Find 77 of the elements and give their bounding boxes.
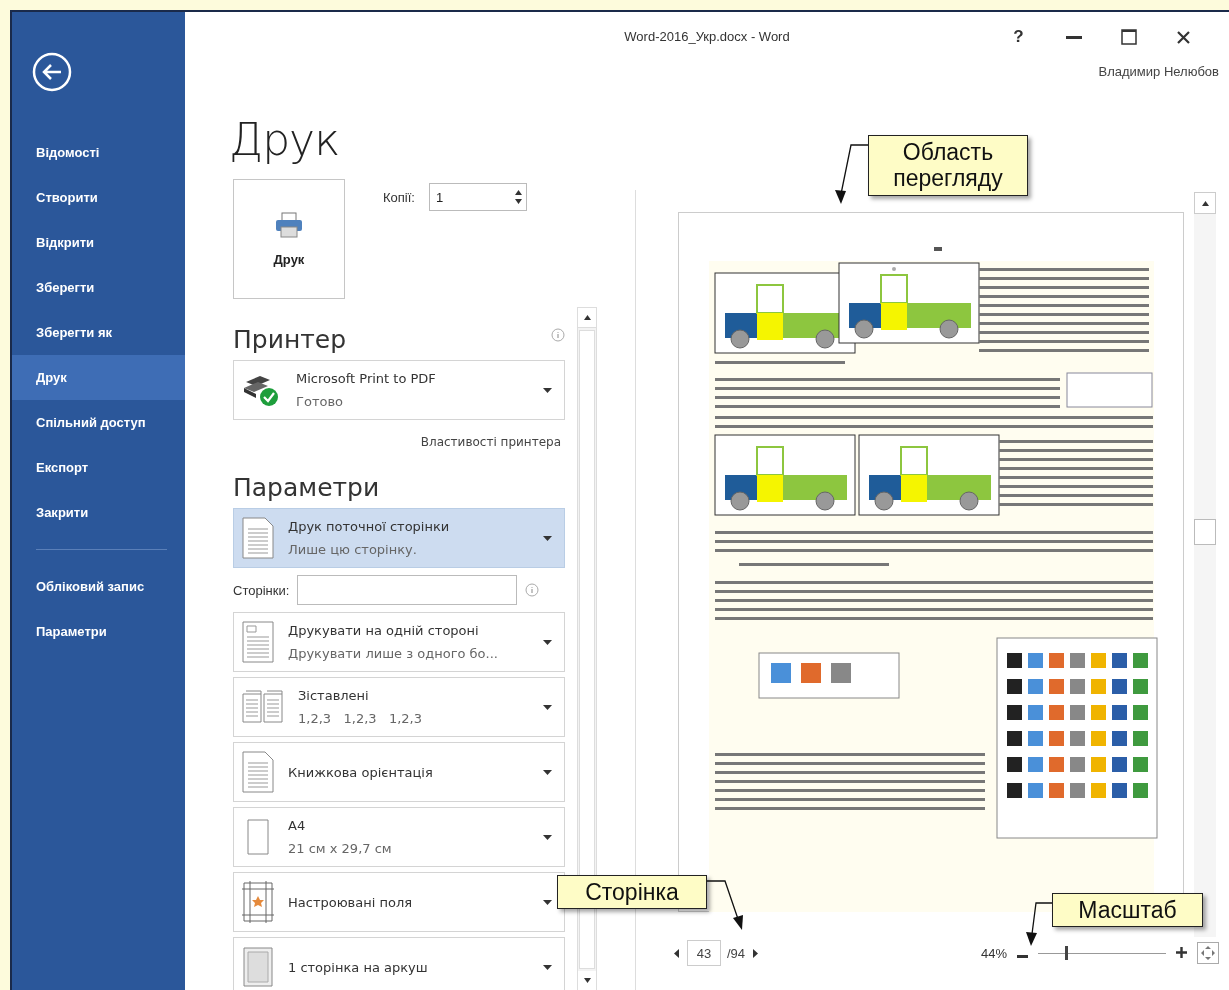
right-arrow-icon	[753, 948, 759, 958]
leader-line	[1024, 902, 1052, 946]
section-heading: Принтер	[233, 325, 347, 354]
page-icon	[242, 517, 274, 559]
zoom-to-page-button[interactable]	[1197, 942, 1219, 964]
settings-dropdown[interactable]: Зіставлені 1,2,3 1,2,3 1,2,3	[233, 677, 565, 737]
settings-dropdown[interactable]: Настроювані поля	[233, 872, 565, 932]
zoom-percentage: 44%	[980, 945, 1007, 961]
copies-spinner[interactable]: 1	[428, 183, 527, 211]
sidebar-item[interactable]: Друк	[12, 355, 185, 400]
caret-icon	[543, 769, 552, 775]
caret-icon	[543, 535, 552, 541]
caret-icon	[543, 704, 552, 710]
page-total: /94	[727, 945, 746, 961]
minus-icon	[1017, 955, 1028, 958]
caret-icon	[543, 834, 552, 840]
previous-page-button[interactable]	[672, 948, 681, 958]
page-icon	[242, 621, 274, 663]
next-page-button[interactable]	[751, 948, 761, 958]
page-title: Друк	[229, 114, 341, 165]
sidebar-item[interactable]: Спільний доступ	[12, 400, 185, 445]
help-button[interactable]: ?	[991, 19, 1046, 55]
callout-label: Область перегляду	[868, 135, 1028, 196]
callout-label: Сторінка	[557, 875, 707, 910]
sidebar-item[interactable]: Обліковий запис	[12, 564, 185, 609]
minimize-icon	[1065, 35, 1082, 39]
scroll-down-button[interactable]	[578, 971, 596, 990]
sidebar-item[interactable]: Зберегти як	[12, 310, 185, 355]
settings-dropdown[interactable]: 1 сторінка на аркуш	[233, 937, 565, 990]
copies-label: Копії:	[383, 189, 415, 205]
window-title: Word-2016_Укр.docx - Word	[624, 29, 790, 44]
settings-dropdown[interactable]: Друк поточної сторінки Лише цю сторінку.	[233, 508, 565, 568]
printer-properties-link[interactable]: Властивості принтера	[420, 435, 561, 449]
back-button[interactable]	[32, 52, 72, 92]
pages-label: Сторінки:	[233, 582, 290, 598]
preview-scrollbar[interactable]	[1194, 192, 1216, 937]
section-heading: Параметри	[233, 473, 380, 502]
sidebar-item[interactable]: Відомості	[12, 130, 185, 175]
caret-icon	[543, 387, 552, 393]
sidebar-item[interactable]: Параметри	[12, 609, 185, 654]
page-icon	[242, 751, 274, 793]
left-arrow-icon	[674, 948, 679, 958]
pages-field[interactable]	[297, 575, 518, 605]
sidebar-item[interactable]: Зберегти	[12, 265, 185, 310]
fit-page-icon	[1200, 945, 1216, 961]
caret-icon	[543, 964, 552, 970]
sidebar-item[interactable]: Експорт	[12, 445, 185, 490]
print-button[interactable]: Друк	[233, 179, 345, 299]
callout-label: Масштаб	[1052, 893, 1203, 928]
zoom-slider-thumb[interactable]	[1065, 946, 1069, 960]
spin-arrows-icon	[514, 189, 522, 205]
printer-dropdown[interactable]: Microsoft Print to PDF Готово	[233, 360, 565, 420]
scroll-up-button[interactable]	[578, 308, 596, 328]
sidebar-item[interactable]: Створити	[12, 175, 185, 220]
close-icon	[1177, 30, 1190, 44]
maximize-icon	[1120, 29, 1137, 45]
info-icon	[551, 328, 565, 342]
sidebar-item[interactable]: Закрити	[12, 490, 185, 535]
up-arrow-icon	[1201, 200, 1209, 206]
scroll-up-button[interactable]	[1194, 192, 1216, 214]
settings-dropdown[interactable]: Друкувати на одній стороні Друкувати лише з одного бо...	[233, 612, 565, 672]
caret-icon	[543, 639, 552, 645]
plus-icon	[1176, 947, 1187, 958]
caret-icon	[543, 899, 552, 905]
margins-page-icon	[242, 881, 274, 923]
settings-dropdown[interactable]: A4 21 см x 29,7 см	[233, 807, 565, 867]
up-arrow-icon	[583, 315, 591, 320]
info-icon	[525, 583, 540, 597]
settings-dropdown[interactable]: Книжкова орієнтація	[233, 742, 565, 802]
down-arrow-icon	[583, 978, 591, 983]
sidebar-item[interactable]: Відкрити	[12, 220, 185, 265]
printer-icon	[275, 211, 303, 238]
stacked-pages-icon	[242, 690, 284, 724]
page-number-field[interactable]: 43	[687, 940, 721, 966]
user-name[interactable]: Владимир Нелюбов	[1098, 64, 1219, 102]
scrollbar-thumb[interactable]	[1194, 519, 1216, 545]
sheet-icon	[242, 946, 274, 988]
